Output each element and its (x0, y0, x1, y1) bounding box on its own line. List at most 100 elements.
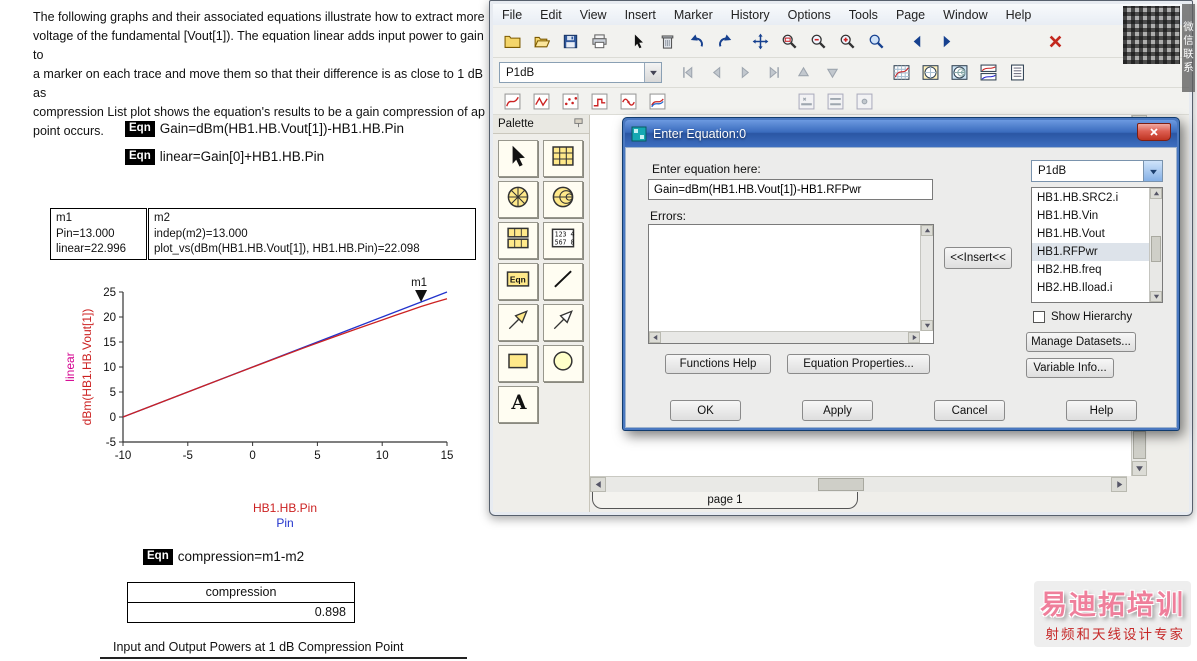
list-scrollbar[interactable] (1149, 188, 1162, 302)
rectangle-tool-button[interactable] (498, 345, 538, 382)
insert-polar-plot-button[interactable] (917, 60, 944, 85)
list-scroll-track[interactable] (1150, 199, 1162, 291)
errors-hscrollbar[interactable] (649, 331, 920, 343)
scroll-left-icon[interactable] (590, 477, 606, 492)
scroll-right-icon[interactable] (1111, 477, 1127, 492)
scroll-right-icon[interactable] (908, 332, 920, 343)
scroll-down-icon[interactable] (1132, 461, 1147, 476)
equation-compression[interactable]: Eqn compression=m1-m2 (143, 549, 304, 565)
equation-gain[interactable]: Eqn Gain=dBm(HB1.HB.Vout[1])-HB1.HB.Pin (125, 121, 404, 137)
marker-down-button[interactable] (819, 60, 846, 85)
smith-chart-tool-button[interactable] (543, 181, 583, 218)
undo-button[interactable] (683, 29, 710, 54)
equation-linear[interactable]: Eqn linear=Gain[0]+HB1.HB.Pin (125, 149, 324, 165)
page-forward-button[interactable] (933, 29, 960, 54)
equation-properties-button[interactable]: Equation Properties... (787, 354, 930, 374)
menu-edit[interactable]: Edit (531, 6, 571, 24)
equation-tool-button[interactable]: Eqn (498, 263, 538, 300)
ok-button[interactable]: OK (670, 400, 741, 421)
menu-page[interactable]: Page (887, 6, 934, 24)
show-hierarchy-checkbox[interactable] (1033, 311, 1045, 323)
marker-next-button[interactable] (732, 60, 759, 85)
limit-point-button[interactable] (851, 89, 878, 114)
trace-dual-button[interactable] (644, 89, 671, 114)
pointer-tool-button[interactable] (498, 140, 538, 177)
limit-line-button[interactable] (793, 89, 820, 114)
print-button[interactable] (586, 29, 613, 54)
pointer-button[interactable] (625, 29, 652, 54)
menu-insert[interactable]: Insert (616, 6, 665, 24)
variable-item[interactable]: HB2.HB.freq (1032, 261, 1149, 279)
arrow-outline-tool-button[interactable] (543, 304, 583, 341)
close-button[interactable] (1137, 122, 1171, 141)
pin-icon[interactable] (573, 117, 584, 131)
equation-input[interactable] (648, 179, 933, 200)
variable-item[interactable]: HB1.HB.SRC2.i (1032, 189, 1149, 207)
scroll-up-icon[interactable] (1150, 188, 1162, 199)
menu-marker[interactable]: Marker (665, 6, 722, 24)
stack-plot-tool-button[interactable] (498, 222, 538, 259)
polar-plot-tool-button[interactable] (498, 181, 538, 218)
menu-options[interactable]: Options (779, 6, 840, 24)
menu-tools[interactable]: Tools (840, 6, 887, 24)
variable-info-button[interactable]: Variable Info... (1026, 358, 1114, 378)
insert-smith-plot-button[interactable] (946, 60, 973, 85)
close-x-button[interactable] (1042, 29, 1069, 54)
apply-button[interactable]: Apply (802, 400, 873, 421)
horizontal-scrollbar[interactable] (590, 476, 1127, 492)
rect-plot-tool-button[interactable] (543, 140, 583, 177)
menu-history[interactable]: History (722, 6, 779, 24)
insert-rect-plot-button[interactable] (888, 60, 915, 85)
list-scroll-thumb[interactable] (1151, 235, 1161, 262)
chevron-down-icon[interactable] (644, 63, 661, 82)
hscroll-thumb[interactable] (818, 478, 865, 491)
text-tool-button[interactable]: A (498, 386, 538, 423)
dialog-titlebar[interactable]: Enter Equation:0 (625, 120, 1177, 147)
new-file-button[interactable] (499, 29, 526, 54)
dialog-dataset-dropdown[interactable]: P1dB (1031, 160, 1163, 182)
menu-help[interactable]: Help (997, 6, 1041, 24)
zoom-out-button[interactable] (805, 29, 832, 54)
scroll-up-icon[interactable] (921, 225, 933, 236)
redo-button[interactable] (712, 29, 739, 54)
save-file-button[interactable] (557, 29, 584, 54)
ellipse-tool-button[interactable] (543, 345, 583, 382)
list-plot-tool-button[interactable]: 123 4 567 8 (543, 222, 583, 259)
move-button[interactable] (747, 29, 774, 54)
marker-readout-m2[interactable]: m2 indep(m2)=13.000 plot_vs(dBm(HB1.HB.Vou… (148, 208, 476, 260)
insert-stack-plot-button[interactable] (975, 60, 1002, 85)
trace-step-button[interactable] (586, 89, 613, 114)
dataset-selector[interactable]: P1dB (499, 62, 662, 83)
errors-vscrollbar[interactable] (920, 225, 933, 331)
errors-box[interactable] (648, 224, 934, 344)
functions-help-button[interactable]: Functions Help (665, 354, 771, 374)
open-file-button[interactable] (528, 29, 555, 54)
variable-item[interactable]: HB1.HB.Vin (1032, 207, 1149, 225)
marker-last-button[interactable] (761, 60, 788, 85)
trace-scatter-button[interactable] (557, 89, 584, 114)
delete-button[interactable] (654, 29, 681, 54)
cancel-button[interactable]: Cancel (934, 400, 1005, 421)
vscroll-thumb[interactable] (1133, 431, 1146, 459)
chevron-down-icon[interactable] (1143, 161, 1162, 181)
scroll-down-icon[interactable] (921, 320, 933, 331)
trace-linear-button[interactable] (528, 89, 555, 114)
variable-item[interactable]: HB2.HB.Iload.i (1032, 279, 1149, 297)
insert-button[interactable]: <<Insert<< (944, 247, 1012, 269)
marker-prev-button[interactable] (703, 60, 730, 85)
marker-readout-m1[interactable]: m1 Pin=13.000 linear=22.996 (50, 208, 147, 260)
variable-item[interactable]: HB1.HB.Vout (1032, 225, 1149, 243)
zoom-in-button[interactable] (834, 29, 861, 54)
trace-spline-button[interactable] (615, 89, 642, 114)
scroll-down-icon[interactable] (1150, 291, 1162, 302)
zoom-area-button[interactable] (776, 29, 803, 54)
marker-up-button[interactable] (790, 60, 817, 85)
compression-chart[interactable]: -50510152025-10 -5 0 5 10 15m1HB1.HB.PinPinli… (40, 276, 470, 534)
line-tool-button[interactable] (543, 263, 583, 300)
marker-first-button[interactable] (674, 60, 701, 85)
manage-datasets-button[interactable]: Manage Datasets... (1026, 332, 1136, 352)
compression-table[interactable]: compression 0.898 (127, 582, 355, 623)
menu-view[interactable]: View (571, 6, 616, 24)
hscroll-track[interactable] (606, 477, 1111, 492)
help-button[interactable]: Help (1066, 400, 1137, 421)
